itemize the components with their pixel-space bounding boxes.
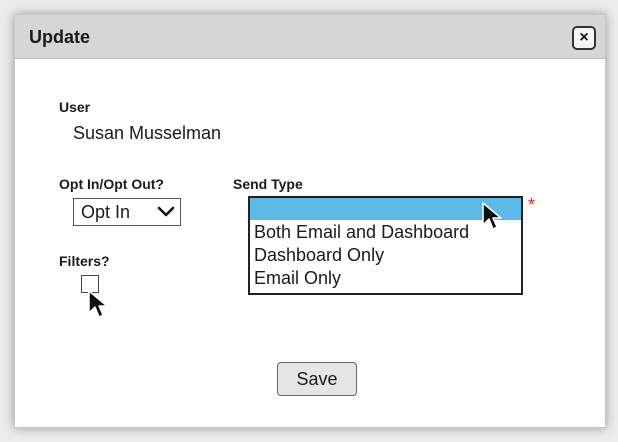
cursor-icon bbox=[88, 290, 108, 318]
user-value: Susan Musselman bbox=[73, 123, 222, 143]
required-marker: * bbox=[528, 195, 536, 215]
user-label: User bbox=[59, 99, 91, 115]
dialog-titlebar: Update × bbox=[15, 15, 605, 59]
opt-in-out-selected-value: Opt In bbox=[81, 202, 131, 222]
close-icon: × bbox=[579, 29, 589, 46]
chevron-down-icon bbox=[157, 206, 175, 217]
screenshot-frame: Update × User Susan Musselman Opt In/Opt… bbox=[0, 0, 618, 442]
send-type-option-email[interactable]: Email Only bbox=[250, 268, 521, 290]
update-dialog: Update × User Susan Musselman Opt In/Opt… bbox=[14, 14, 606, 428]
filters-label: Filters? bbox=[59, 253, 110, 269]
send-type-option-dashboard[interactable]: Dashboard Only bbox=[250, 245, 521, 267]
cursor-icon bbox=[482, 202, 502, 230]
opt-in-out-select[interactable]: Opt In bbox=[73, 198, 181, 226]
close-button[interactable]: × bbox=[572, 26, 596, 50]
dialog-title: Update bbox=[29, 27, 91, 47]
opt-in-out-label: Opt In/Opt Out? bbox=[59, 176, 164, 192]
save-button[interactable]: Save bbox=[277, 362, 357, 396]
send-type-label: Send Type bbox=[233, 176, 303, 192]
